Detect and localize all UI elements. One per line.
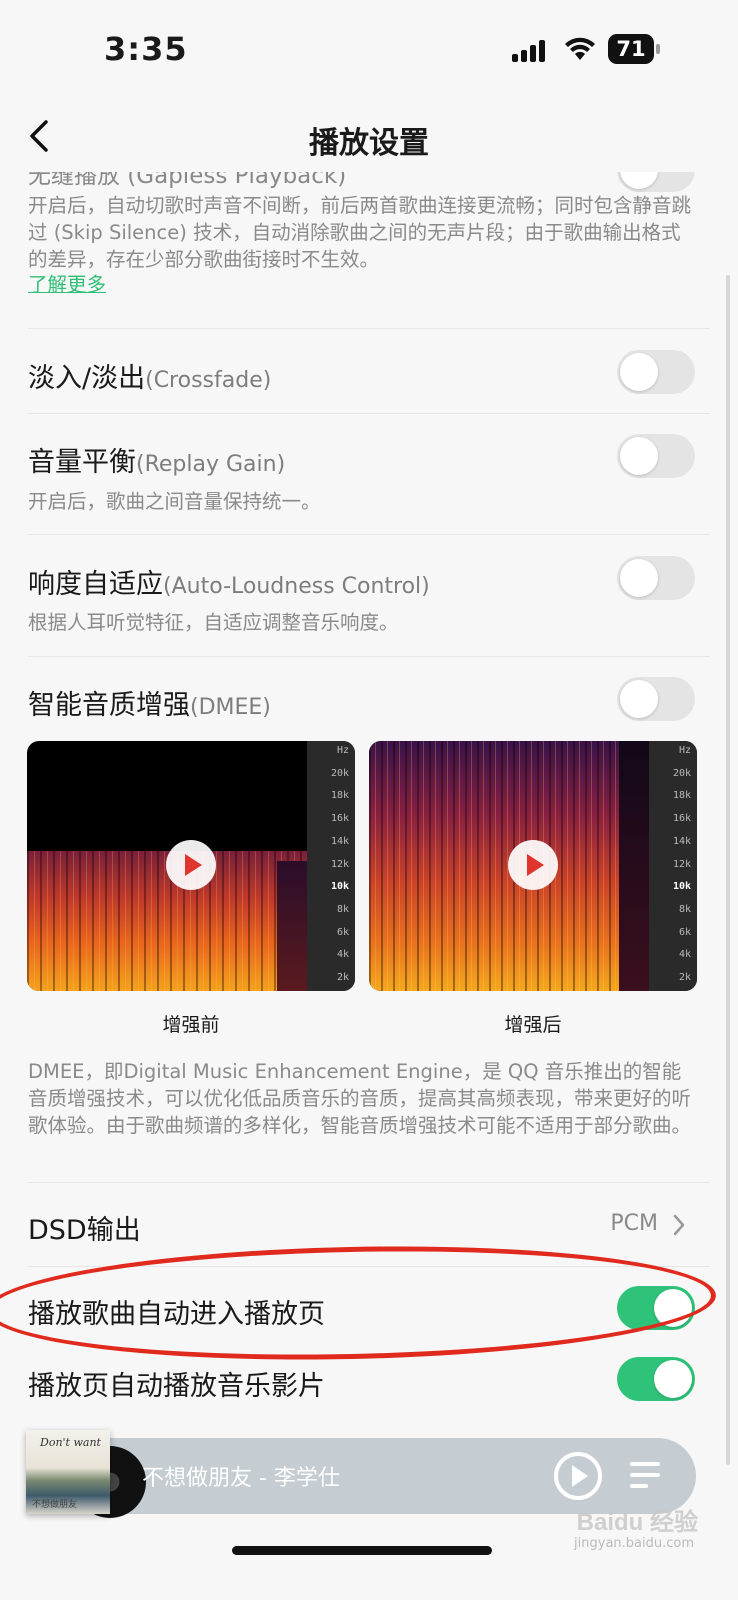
dsd-title[interactable]: DSD输出 xyxy=(28,1208,141,1247)
replay-gain-label-en: (Replay Gain) xyxy=(136,452,286,477)
cover-title: Don't want xyxy=(40,1436,101,1449)
frequency-tick: 14k xyxy=(330,835,349,847)
frequency-tick: 18k xyxy=(672,790,691,802)
auto-enter-title: 播放歌曲自动进入播放页 xyxy=(28,1299,325,1330)
toggle-knob xyxy=(620,680,658,718)
dmee-toggle[interactable] xyxy=(617,677,695,721)
frequency-tick: 6k xyxy=(678,926,691,938)
frequency-tick: 6k xyxy=(336,926,349,938)
watermark-logo: Baidu 经验 xyxy=(576,1509,698,1536)
auto-mv-toggle[interactable] xyxy=(617,1357,695,1401)
before-label: 增强前 xyxy=(162,1014,220,1036)
play-button[interactable] xyxy=(554,1452,602,1500)
scrollbar[interactable] xyxy=(726,275,730,1465)
frequency-tick: 10k xyxy=(672,881,691,893)
frequency-tick: Hz xyxy=(678,745,691,756)
toggle-knob xyxy=(654,1360,692,1398)
cover-subtitle: 不想做朋友 xyxy=(32,1500,78,1510)
crossfade-title: 淡入/淡出(Crossfade) xyxy=(28,356,271,395)
play-icon[interactable] xyxy=(166,840,216,890)
wifi-icon xyxy=(565,37,595,60)
frequency-tick: 12k xyxy=(672,858,691,870)
learn-more-link[interactable]: 了解更多 xyxy=(28,268,106,297)
after-label: 增强后 xyxy=(504,1014,562,1036)
frequency-tick: 12k xyxy=(330,858,349,870)
dsd-value[interactable]: PCM xyxy=(610,1211,658,1236)
dmee-title: 智能音质增强(DMEE) xyxy=(28,683,271,722)
battery-icon: 71 xyxy=(608,34,660,64)
nav-bar: 播放设置 xyxy=(0,100,738,172)
page-title: 播放设置 xyxy=(309,126,429,161)
dmee-description: DMEE，即Digital Music Enhancement Engine，是… xyxy=(28,1060,692,1137)
frequency-tick: 4k xyxy=(678,949,691,961)
now-playing-title[interactable]: 不想做朋友 - 李学仕 xyxy=(142,1460,340,1492)
toggle-knob xyxy=(654,1289,692,1327)
loudness-title: 响度自适应(Auto-Loudness Control) xyxy=(28,562,430,601)
play-icon[interactable] xyxy=(508,840,558,890)
status-time: 3:35 xyxy=(104,30,188,68)
divider xyxy=(28,413,710,414)
loudness-description: 根据人耳听觉特征，自适应调整音乐响度。 xyxy=(28,611,399,634)
divider xyxy=(28,1266,710,1267)
crossfade-label-en: (Crossfade) xyxy=(145,368,272,393)
divider xyxy=(28,656,710,657)
crossfade-toggle[interactable] xyxy=(617,350,695,394)
auto-enter-toggle[interactable] xyxy=(617,1286,695,1330)
dmee-label-en: (DMEE) xyxy=(190,695,271,720)
divider xyxy=(28,534,710,535)
frequency-tick: 4k xyxy=(336,949,349,961)
spectrogram-cutoff xyxy=(619,741,649,991)
status-bar: 3:35 71 xyxy=(0,0,738,100)
toggle-knob xyxy=(620,559,658,597)
frequency-tick: 20k xyxy=(672,767,691,779)
spectrogram-before[interactable]: Hz20k18k16k14k12k10k8k6k4k2k1k xyxy=(27,741,355,991)
dmee-label: 智能音质增强 xyxy=(28,690,190,721)
home-indicator[interactable] xyxy=(232,1546,492,1555)
frequency-tick: 2k xyxy=(678,972,691,983)
replay-gain-title: 音量平衡(Replay Gain) xyxy=(28,440,285,479)
loudness-label: 响度自适应 xyxy=(28,569,163,600)
frequency-axis: Hz20k18k16k14k12k10k8k6k4k2k1k xyxy=(307,741,355,991)
replay-gain-description: 开启后，歌曲之间音量保持统一。 xyxy=(28,490,321,513)
playlist-icon[interactable] xyxy=(630,1458,666,1494)
cellular-signal-icon xyxy=(512,38,548,62)
frequency-tick: 2k xyxy=(336,972,349,983)
loudness-toggle[interactable] xyxy=(617,556,695,600)
frequency-tick: 16k xyxy=(330,813,349,825)
divider xyxy=(28,328,710,329)
chevron-right-icon[interactable] xyxy=(672,1213,686,1237)
frequency-tick: 8k xyxy=(678,903,691,915)
frequency-tick: Hz xyxy=(336,745,349,756)
spectrogram-after[interactable]: Hz20k18k16k14k12k10k8k6k4k2k1k xyxy=(369,741,697,991)
frequency-tick: 8k xyxy=(336,903,349,915)
frequency-tick: 16k xyxy=(672,813,691,825)
divider xyxy=(28,1182,710,1183)
loudness-label-en: (Auto-Loudness Control) xyxy=(163,574,430,599)
frequency-tick: 18k xyxy=(330,790,349,802)
gapless-description: 开启后，自动切歌时声音不间断，前后两首歌曲连接更流畅；同时包含静音跳过 (Ski… xyxy=(28,194,692,271)
replay-gain-label: 音量平衡 xyxy=(28,447,136,478)
album-cover[interactable]: Don't want 不想做朋友 xyxy=(26,1430,110,1514)
toggle-knob xyxy=(620,437,658,475)
watermark-url: jingyan.baidu.com xyxy=(574,1536,694,1551)
spectrogram-cutoff xyxy=(277,861,307,991)
replay-gain-toggle[interactable] xyxy=(617,434,695,478)
frequency-tick: 20k xyxy=(330,767,349,779)
auto-mv-title: 播放页自动播放音乐影片 xyxy=(28,1371,325,1402)
frequency-tick: 14k xyxy=(672,835,691,847)
toggle-knob xyxy=(620,353,658,391)
frequency-tick: 10k xyxy=(330,881,349,893)
crossfade-label: 淡入/淡出 xyxy=(28,363,146,394)
frequency-axis: Hz20k18k16k14k12k10k8k6k4k2k1k xyxy=(649,741,697,991)
